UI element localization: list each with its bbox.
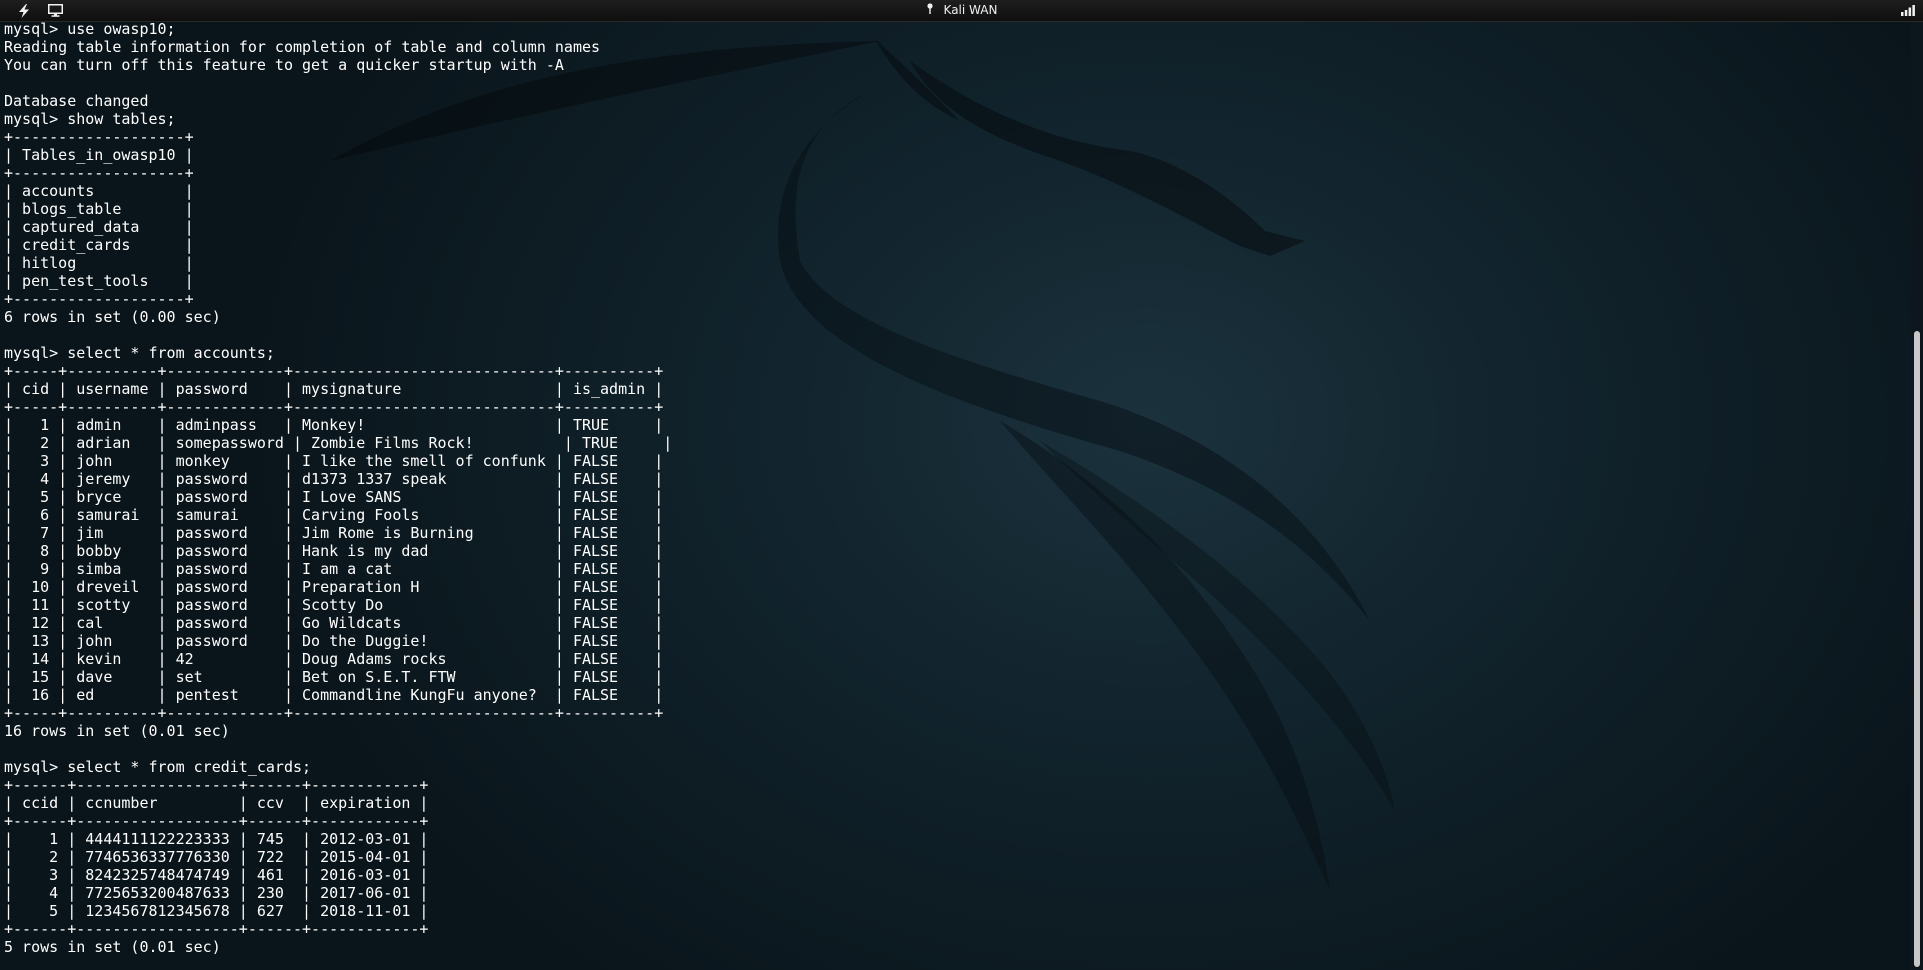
terminal-line: | 16 | ed | pentest | Commandline KungFu…: [4, 686, 664, 704]
terminal-line: | 1 | admin | adminpass | Monkey! | TRUE…: [4, 416, 664, 434]
terminal-line: | 4 | jeremy | password | d1373 1337 spe…: [4, 470, 664, 488]
terminal-line: Reading table information for completion…: [4, 38, 601, 56]
terminal-line: | 3 | john | monkey | I like the smell o…: [4, 452, 664, 470]
terminal-line: Database changed: [4, 92, 149, 110]
terminal-line: | 2 | adrian | somepassword | Zombie Fil…: [4, 434, 673, 452]
terminal-line: | cid | username | password | mysignatur…: [4, 380, 664, 398]
terminal-line: | 5 | 1234567812345678 | 627 | 2018-11-0…: [4, 902, 429, 920]
terminal-line: | Tables_in_owasp10 |: [4, 146, 194, 164]
terminal-line: | 8 | bobby | password | Hank is my dad …: [4, 542, 664, 560]
terminal-line: | 11 | scotty | password | Scotty Do | F…: [4, 596, 664, 614]
terminal-line: +-----+----------+-------------+--------…: [4, 704, 664, 722]
terminal-line: 6 rows in set (0.00 sec): [4, 308, 221, 326]
terminal-line: | blogs_table |: [4, 200, 194, 218]
terminal-line: | 7 | jim | password | Jim Rome is Burni…: [4, 524, 664, 542]
top-panel: Kali WAN: [0, 0, 1923, 22]
terminal-line: | 14 | kevin | 42 | Doug Adams rocks | F…: [4, 650, 664, 668]
terminal-line: | ccid | ccnumber | ccv | expiration |: [4, 794, 429, 812]
terminal-line: | hitlog |: [4, 254, 194, 272]
terminal-line: +------+------------------+------+------…: [4, 920, 429, 938]
terminal-scrollbar[interactable]: [1911, 21, 1923, 970]
terminal-line: mysql> select * from credit_cards;: [4, 758, 312, 776]
terminal-line: | credit_cards |: [4, 236, 194, 254]
terminal-line: 16 rows in set (0.01 sec): [4, 722, 230, 740]
terminal-line: | 3 | 8242325748474749 | 461 | 2016-03-0…: [4, 866, 429, 884]
scrollbar-thumb[interactable]: [1914, 331, 1920, 967]
terminal-line: +-------------------+: [4, 128, 194, 146]
terminal-line: | captured_data |: [4, 218, 194, 236]
terminal-line: | 4 | 7725653200487633 | 230 | 2017-06-0…: [4, 884, 429, 902]
terminal-line: | 1 | 4444111122223333 | 745 | 2012-03-0…: [4, 830, 429, 848]
terminal-line: +-------------------+: [4, 164, 194, 182]
terminal-line: | 13 | john | password | Do the Duggie! …: [4, 632, 664, 650]
terminal-line: | accounts |: [4, 182, 194, 200]
terminal-line: | 15 | dave | set | Bet on S.E.T. FTW | …: [4, 668, 664, 686]
terminal-line: | pen_test_tools |: [4, 272, 194, 290]
terminal-line: You can turn off this feature to get a q…: [4, 56, 564, 74]
terminal-output[interactable]: mysql> use owasp10; Reading table informa…: [4, 20, 672, 956]
terminal-line: | 6 | samurai | samurai | Carving Fools …: [4, 506, 664, 524]
terminal-line: +-------------------+: [4, 290, 194, 308]
terminal-line: mysql> show tables;: [4, 110, 176, 128]
terminal-line: | 5 | bryce | password | I Love SANS | F…: [4, 488, 664, 506]
terminal-line: +------+------------------+------+------…: [4, 812, 429, 830]
terminal-line: mysql> use owasp10;: [4, 20, 176, 38]
terminal-line: | 12 | cal | password | Go Wildcats | FA…: [4, 614, 664, 632]
terminal-line: +-----+----------+-------------+--------…: [4, 398, 664, 416]
terminal-line: 5 rows in set (0.01 sec): [4, 938, 221, 956]
terminal-line: | 9 | simba | password | I am a cat | FA…: [4, 560, 664, 578]
terminal-line: +-----+----------+-------------+--------…: [4, 362, 664, 380]
terminal-line: | 10 | dreveil | password | Preparation …: [4, 578, 664, 596]
terminal-line: mysql> select * from accounts;: [4, 344, 275, 362]
pin-icon[interactable]: [926, 3, 934, 18]
terminal-line: | 2 | 7746536337776330 | 722 | 2015-04-0…: [4, 848, 429, 866]
signal-icon[interactable]: [1899, 2, 1917, 19]
window-title: Kali WAN: [943, 3, 998, 17]
terminal-line: +------+------------------+------+------…: [4, 776, 429, 794]
